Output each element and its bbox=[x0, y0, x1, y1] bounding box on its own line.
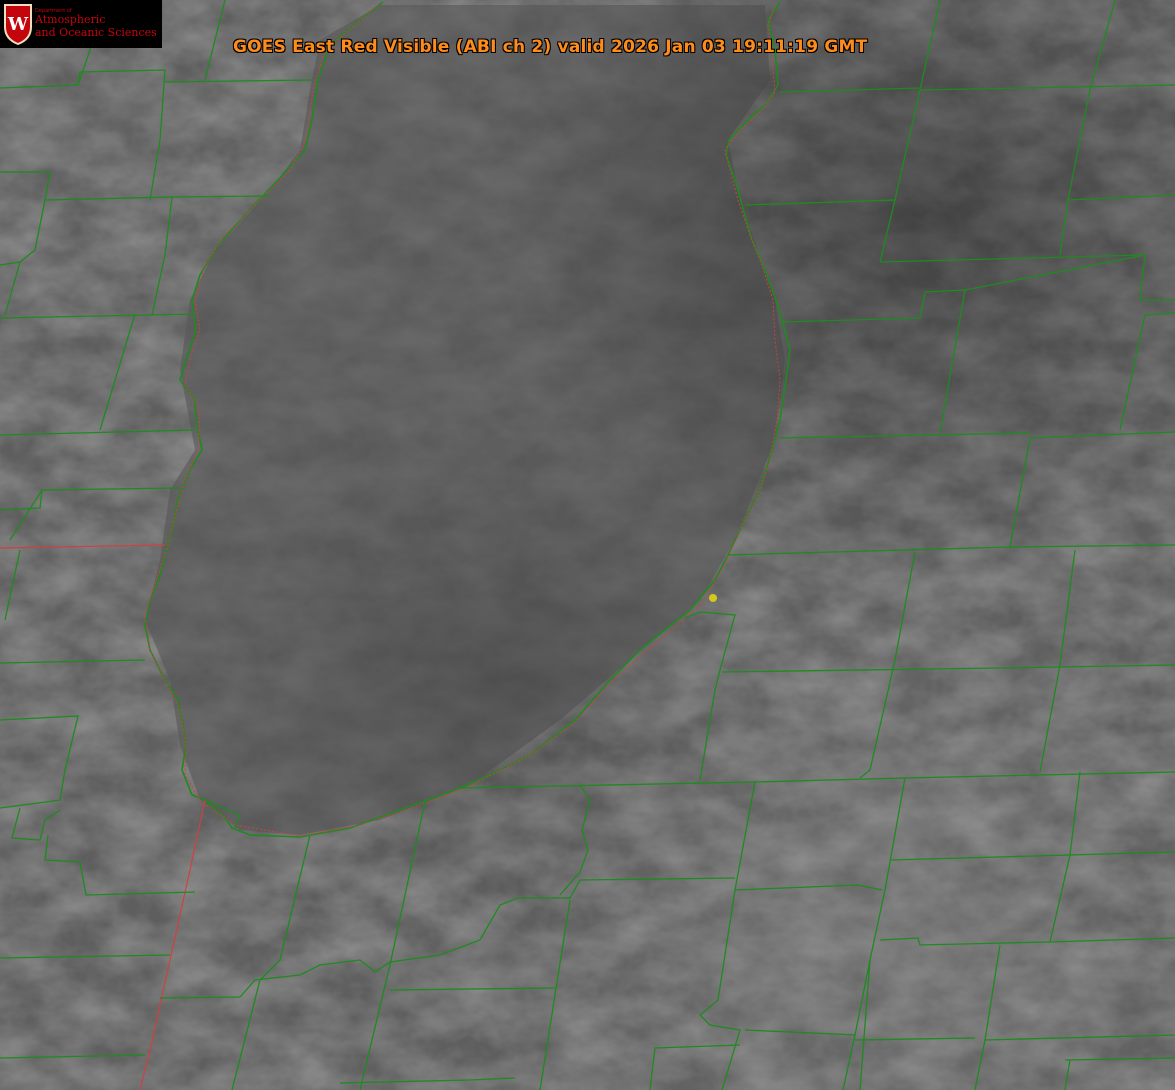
satellite-viewer: W Department of Atmospheric and Oceanic … bbox=[0, 0, 1175, 1090]
uw-aos-logo: W Department of Atmospheric and Oceanic … bbox=[0, 0, 162, 48]
svg-text:W: W bbox=[7, 14, 29, 35]
logo-line-1: Atmospheric bbox=[35, 13, 106, 26]
location-dot-icon bbox=[709, 594, 717, 602]
uw-crest-icon: W bbox=[4, 4, 32, 45]
image-title: GOES East Red Visible (ABI ch 2) valid 2… bbox=[233, 37, 868, 57]
logo-line-2: and Oceanic Sciences bbox=[35, 26, 157, 39]
satellite-image bbox=[0, 0, 1175, 1090]
